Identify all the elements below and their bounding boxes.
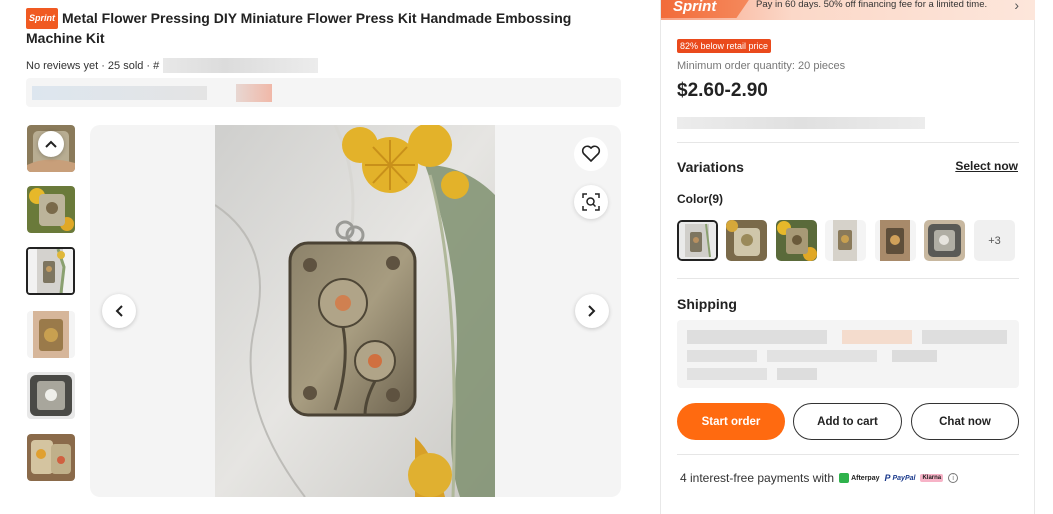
product-title: Sprint Metal Flower Pressing DIY Miniatur…: [26, 8, 626, 48]
color-label: Color(9): [677, 192, 723, 206]
product-title-text: Metal Flower Pressing DIY Miniature Flow…: [26, 10, 572, 46]
favorite-button[interactable]: [574, 137, 608, 171]
blurred-meta: [163, 58, 319, 73]
chevron-left-icon: [115, 305, 123, 317]
installments-text: 4 interest-free payments with: [680, 471, 835, 485]
color-swatch-2[interactable]: [726, 220, 767, 261]
product-photo: [215, 125, 495, 497]
select-now-link[interactable]: Select now: [955, 159, 1018, 173]
paypal-icon: P: [884, 473, 891, 483]
thumbnail-3[interactable]: [26, 247, 75, 295]
chevron-right-icon: [588, 305, 596, 317]
promo-bar: [26, 78, 621, 107]
order-panel: Sprint Pay in 60 days. 50% off financing…: [660, 0, 1035, 514]
banner-text: Pay in 60 days. 50% off financing fee fo…: [756, 0, 988, 10]
discount-badge: 82% below retail price: [677, 39, 772, 53]
blurred-price-info: [677, 117, 925, 129]
klarna-logo: Klarna: [920, 474, 944, 482]
afterpay-logo: Afterpay: [839, 473, 879, 483]
paypal-label: PayPal: [892, 474, 916, 482]
afterpay-label: Afterpay: [851, 474, 880, 482]
chevron-right-icon: ›: [1014, 0, 1019, 13]
blurred-shipping-details: [687, 330, 1007, 380]
thumbnail-6[interactable]: [27, 434, 75, 481]
sprint-tag: Sprint: [661, 0, 753, 18]
thumbnail-4[interactable]: [27, 311, 75, 358]
sprint-financing-banner[interactable]: Sprint Pay in 60 days. 50% off financing…: [661, 0, 1035, 20]
next-image-button[interactable]: [575, 294, 609, 328]
blurred-promo-badge: [236, 84, 272, 102]
visual-search-icon: [582, 193, 600, 211]
color-swatch-3[interactable]: [776, 220, 817, 261]
divider: [677, 278, 1019, 279]
afterpay-icon: [839, 473, 850, 483]
sprint-badge: Sprint: [26, 8, 58, 29]
divider: [677, 454, 1019, 455]
divider: [677, 142, 1019, 143]
add-to-cart-button[interactable]: Add to cart: [793, 403, 902, 440]
shipping-info-box: [677, 320, 1019, 388]
chevron-up-icon: [45, 140, 57, 148]
min-order-quantity: Minimum order quantity: 20 pieces: [677, 60, 846, 72]
shipping-title: Shipping: [677, 296, 737, 312]
price-range: $2.60-2.90: [677, 80, 768, 101]
paypal-logo: P PayPal: [884, 473, 915, 483]
more-colors-button[interactable]: +3: [974, 220, 1015, 261]
product-meta: No reviews yet · 25 sold · #: [26, 58, 319, 73]
variations-title: Variations: [677, 159, 744, 175]
prev-image-button[interactable]: [102, 294, 136, 328]
info-icon[interactable]: i: [948, 473, 959, 483]
color-swatch-4[interactable]: [825, 220, 866, 261]
color-swatch-5[interactable]: [875, 220, 916, 261]
thumbnail-5[interactable]: [27, 372, 75, 419]
thumbnail-2[interactable]: [27, 186, 75, 233]
color-swatch-1[interactable]: [677, 220, 718, 261]
blurred-promo-text: [32, 86, 207, 100]
chat-now-button[interactable]: Chat now: [911, 403, 1019, 440]
image-search-button[interactable]: [574, 185, 608, 219]
heart-icon: [581, 145, 601, 162]
color-swatch-6[interactable]: [924, 220, 965, 261]
reviews-sold-text: No reviews yet · 25 sold · #: [26, 59, 160, 72]
start-order-button[interactable]: Start order: [677, 403, 785, 440]
thumbs-scroll-up-button[interactable]: [38, 131, 64, 157]
payment-options: 4 interest-free payments with Afterpay P…: [680, 471, 959, 485]
main-product-image[interactable]: [90, 125, 621, 497]
